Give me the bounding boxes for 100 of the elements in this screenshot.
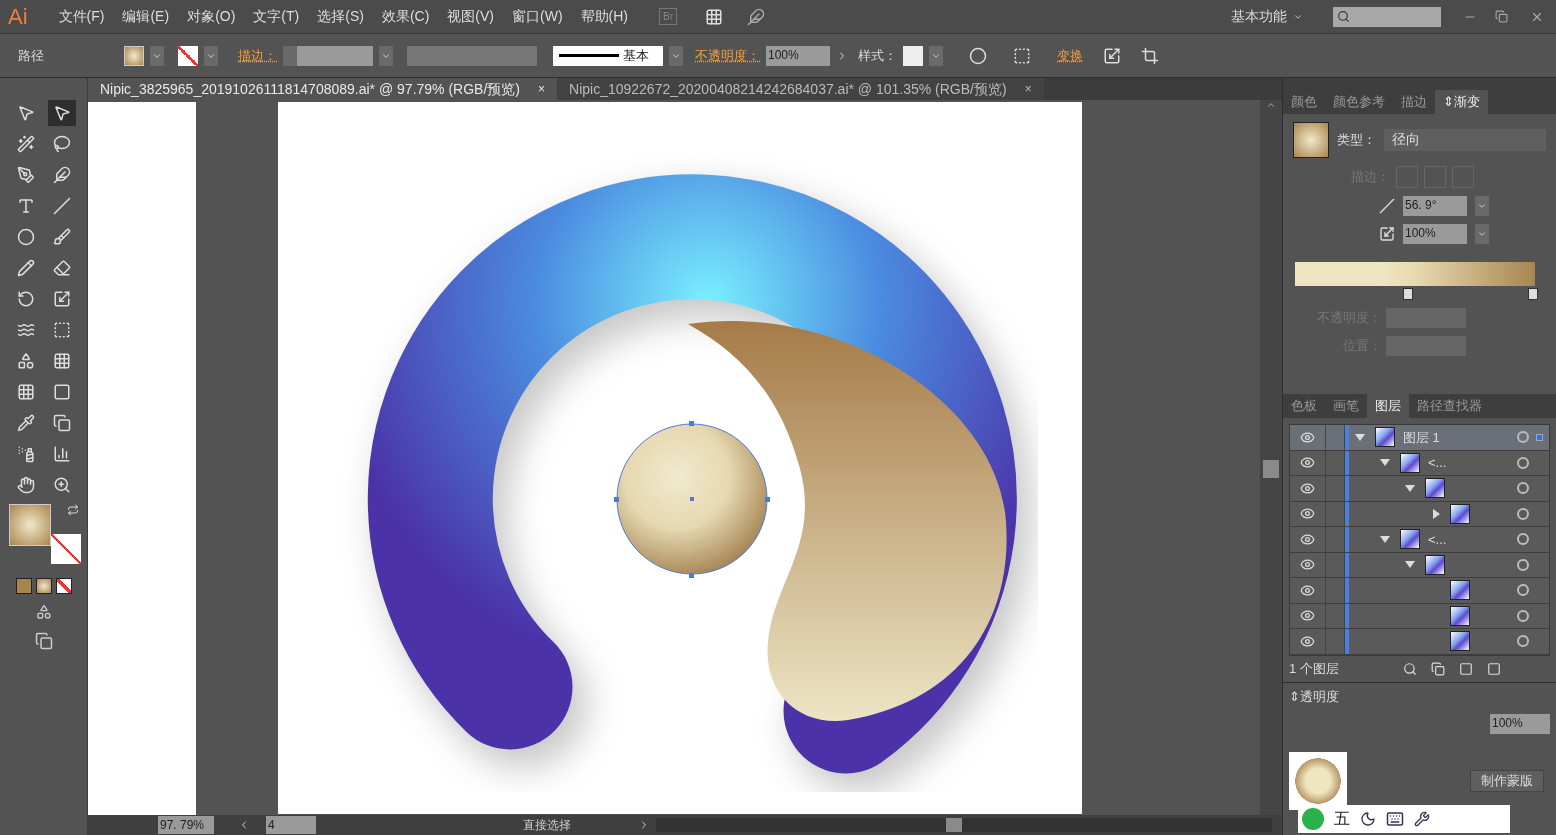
- layer-thumbnail: [1400, 529, 1420, 550]
- layer-name: <...: [1428, 530, 1447, 549]
- new-sublayer-icon[interactable]: [1459, 661, 1473, 676]
- opacity-field[interactable]: 100%: [766, 45, 830, 66]
- gradient-mode-swatch[interactable]: [35, 578, 52, 594]
- input-mode-label[interactable]: 五: [1334, 807, 1350, 831]
- layer-row[interactable]: [1290, 629, 1549, 655]
- layer-row[interactable]: [1290, 552, 1549, 578]
- color-mode-swatch[interactable]: [15, 578, 32, 594]
- menu-item[interactable]: 文件(F): [49, 6, 114, 27]
- close-tab-icon[interactable]: ×: [538, 80, 545, 98]
- visibility-eye-icon[interactable]: [1300, 608, 1315, 624]
- swap-icon[interactable]: [66, 504, 79, 516]
- visibility-eye-icon[interactable]: [1300, 480, 1315, 496]
- collapse-triangle-icon[interactable]: [1433, 508, 1440, 519]
- clipping-mask-icon[interactable]: [1431, 661, 1445, 676]
- layer-row[interactable]: [1290, 501, 1549, 527]
- layer-row[interactable]: 图层 1: [1290, 425, 1549, 451]
- moon-icon[interactable]: [1360, 811, 1376, 827]
- expand-triangle-icon[interactable]: [1405, 561, 1415, 569]
- horizontal-scrollbar[interactable]: [656, 818, 1272, 832]
- opacity-label[interactable]: 不透明度：: [695, 45, 760, 66]
- expand-triangle-icon[interactable]: [1405, 484, 1415, 492]
- current-tool-label: 直接选择: [522, 817, 572, 834]
- search-field[interactable]: [1333, 6, 1441, 27]
- visibility-eye-icon[interactable]: [1300, 506, 1315, 522]
- style-swatch[interactable]: [903, 45, 923, 66]
- app-logo: Ai: [8, 3, 28, 31]
- layer-row[interactable]: <...: [1290, 450, 1549, 476]
- screen-mode-icon[interactable]: [34, 632, 53, 650]
- panel-tab[interactable]: 路径查找器: [1409, 394, 1490, 418]
- fill-swatch[interactable]: [124, 45, 144, 66]
- panel-tab[interactable]: 色板: [1283, 394, 1325, 418]
- layer-thumbnail: [1450, 631, 1470, 652]
- stroke-color-swatch[interactable]: [50, 534, 81, 564]
- menu-item[interactable]: 视图(V): [438, 6, 503, 27]
- visibility-eye-icon[interactable]: [1300, 455, 1315, 471]
- settings-icon[interactable]: [1414, 811, 1430, 827]
- search-icon: [1337, 10, 1350, 23]
- stroke-none-swatch[interactable]: [178, 45, 198, 66]
- menu-item[interactable]: 帮助(H): [571, 6, 637, 27]
- layer-name: 图层 1: [1403, 428, 1440, 447]
- none-mode-swatch[interactable]: [55, 578, 72, 594]
- gradient-type-dropdown[interactable]: 径向: [1384, 129, 1546, 151]
- angle-field[interactable]: 56. 9°: [1403, 196, 1467, 216]
- layer-row[interactable]: [1290, 578, 1549, 604]
- visibility-eye-icon[interactable]: [1300, 429, 1315, 445]
- visibility-eye-icon[interactable]: [1300, 633, 1315, 649]
- restore-icon[interactable]: [1495, 10, 1508, 23]
- variable-width-field[interactable]: [407, 45, 537, 66]
- stroke-label[interactable]: 描边：: [238, 45, 277, 66]
- gradient-stop[interactable]: [1527, 288, 1538, 300]
- layer-thumbnail: [1450, 605, 1470, 626]
- expand-triangle-icon[interactable]: [1380, 459, 1390, 467]
- keyboard-icon[interactable]: [1386, 810, 1404, 828]
- stroke-weight-field[interactable]: [283, 45, 373, 66]
- visibility-eye-icon[interactable]: [1300, 582, 1315, 598]
- layer-thumbnail: [1375, 427, 1395, 448]
- workspace-switcher[interactable]: 基本功能: [1231, 6, 1303, 27]
- layer-row[interactable]: [1290, 476, 1549, 502]
- layer-row[interactable]: <...: [1290, 527, 1549, 553]
- brush-definition-field[interactable]: 基本: [553, 45, 663, 66]
- menu-item[interactable]: 效果(C): [372, 6, 439, 27]
- align-selection-icon[interactable]: [1013, 46, 1031, 65]
- menu-item[interactable]: 文字(T): [244, 6, 309, 27]
- expand-triangle-icon[interactable]: [1380, 535, 1390, 543]
- panel-tab[interactable]: 颜色参考: [1325, 90, 1393, 114]
- transform-link[interactable]: 变换: [1057, 45, 1083, 66]
- vertical-scrollbar[interactable]: [1260, 100, 1282, 815]
- layer-row[interactable]: [1290, 603, 1549, 629]
- arrange-documents-icon[interactable]: [705, 7, 723, 26]
- make-mask-button[interactable]: 制作蒙版: [1470, 770, 1544, 792]
- visibility-eye-icon[interactable]: [1300, 531, 1315, 547]
- scrollbar-thumb[interactable]: [1263, 460, 1279, 478]
- document-tab[interactable]: Nipic_10922672_20200408214242684037.ai* @ 101.35% (RGB/预览) ×: [557, 78, 1044, 100]
- panel-tab[interactable]: 画笔: [1325, 394, 1367, 418]
- artboard-field[interactable]: 4: [266, 816, 316, 834]
- panel-tab[interactable]: 颜色: [1283, 90, 1325, 114]
- scroll-up-icon[interactable]: [1266, 100, 1276, 110]
- panel-tab[interactable]: ⇕渐变: [1435, 90, 1488, 114]
- aspect-ratio-field[interactable]: 100%: [1403, 224, 1467, 244]
- panel-tab[interactable]: 描边: [1393, 90, 1435, 114]
- menu-item[interactable]: 窗口(W): [503, 6, 572, 27]
- zoom-field[interactable]: 97. 79%: [158, 816, 214, 834]
- menu-item[interactable]: 选择(S): [308, 6, 373, 27]
- visibility-eye-icon[interactable]: [1300, 557, 1315, 573]
- direct-selection-icon[interactable]: [47, 100, 76, 126]
- panel-tab[interactable]: 图层: [1367, 394, 1409, 418]
- close-tab-icon[interactable]: ×: [1024, 80, 1032, 98]
- document-tab[interactable]: Nipic_3825965_20191026111814708089.ai* @ 97.79% (RGB/预览) ×: [88, 78, 557, 100]
- new-layer-icon[interactable]: [1487, 661, 1501, 676]
- menu-item[interactable]: 编辑(E): [113, 6, 179, 27]
- style-label: 样式：: [858, 46, 897, 65]
- expand-triangle-icon[interactable]: [1355, 433, 1365, 441]
- fill-color-swatch[interactable]: [8, 504, 51, 546]
- gradient-swatch[interactable]: [1293, 122, 1329, 158]
- gradient-stop[interactable]: [1402, 288, 1413, 300]
- opacity-field[interactable]: 100%: [1490, 714, 1550, 734]
- locate-object-icon[interactable]: [1403, 661, 1417, 676]
- menu-item[interactable]: 对象(O): [178, 6, 245, 27]
